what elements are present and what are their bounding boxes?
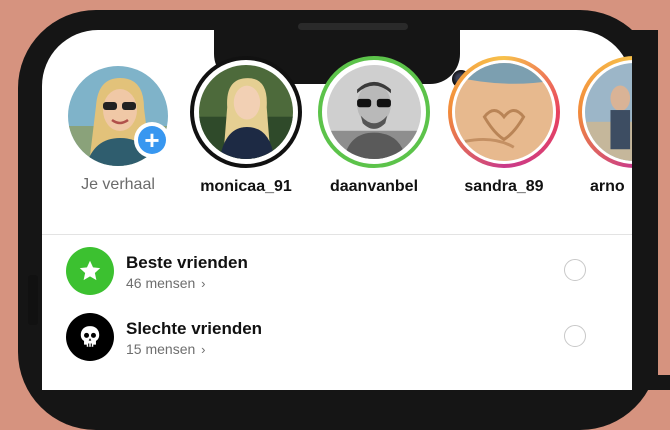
skull-icon <box>66 313 114 361</box>
select-radio[interactable] <box>564 325 586 347</box>
select-radio[interactable] <box>564 259 586 281</box>
member-count: 15 mensen <box>126 341 196 357</box>
list-item-subtitle: 15 mensen › <box>126 341 206 357</box>
avatar <box>199 65 293 159</box>
chevron-right-icon: › <box>201 276 206 291</box>
add-story-button[interactable]: + <box>134 122 170 158</box>
earpiece <box>298 23 408 30</box>
story-name: sandra_89 <box>464 178 544 195</box>
list-item-best-friends[interactable]: Beste vrienden 46 mensen › <box>66 247 626 297</box>
story-name: Je verhaal <box>81 176 155 193</box>
background-edge <box>658 0 670 375</box>
story-own[interactable]: + Je verhaal <box>62 56 174 194</box>
story-monicaa[interactable]: monicaa_91 <box>190 56 302 196</box>
avatar <box>455 63 553 161</box>
avatar <box>327 65 421 159</box>
story-name: monicaa_91 <box>200 178 292 195</box>
phone-side-button <box>28 275 38 325</box>
story-sandra[interactable]: sandra_89 <box>448 56 560 196</box>
list-item-bad-friends[interactable]: Slechte vrienden 15 mensen › <box>66 313 626 363</box>
plus-icon: + <box>138 126 166 154</box>
chevron-right-icon: › <box>201 342 206 357</box>
divider <box>42 234 632 235</box>
member-count: 46 mensen <box>126 275 196 291</box>
story-daanvanbel[interactable]: daanvanbel <box>318 56 430 196</box>
star-icon <box>66 247 114 295</box>
list-item-title: Slechte vrienden <box>126 319 263 338</box>
list-item-title: Beste vrienden <box>126 253 248 272</box>
story-name: daanvanbel <box>329 178 419 195</box>
list-item-subtitle: 46 mensen › <box>126 275 206 291</box>
